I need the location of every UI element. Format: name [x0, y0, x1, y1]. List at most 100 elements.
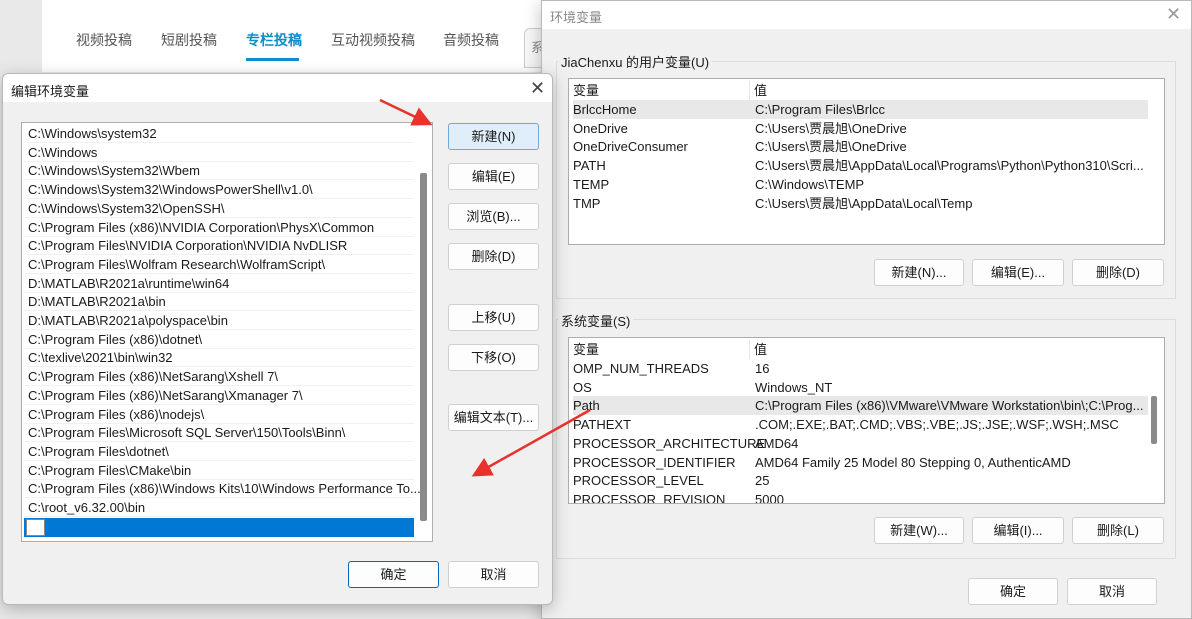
- path-item[interactable]: C:\Program Files (x86)\Windows Kits\10\W…: [24, 480, 421, 499]
- path-item[interactable]: C:\Windows\System32\OpenSSH\: [24, 200, 414, 218]
- new-button[interactable]: 新建(N): [448, 123, 539, 150]
- path-item[interactable]: D:\MATLAB\R2021a\runtime\win64: [24, 275, 414, 293]
- variable-value: C:\Users\贾晨旭\OneDrive: [755, 139, 907, 155]
- path-item[interactable]: C:\Program Files\CMake\bin: [24, 462, 414, 480]
- tab-interactive-video[interactable]: 互动视频投稿: [331, 30, 415, 50]
- close-icon[interactable]: ✕: [530, 78, 545, 99]
- variable-row[interactable]: OS Windows_NT: [573, 378, 1148, 397]
- variable-row[interactable]: TEMP C:\Windows\TEMP: [573, 175, 1148, 194]
- path-item[interactable]: C:\Windows\system32: [24, 125, 414, 143]
- variable-row[interactable]: TMP C:\Users\贾晨旭\AppData\Local\Temp: [573, 194, 1148, 213]
- user-vars-label: JiaChenxu 的用户变量(U): [558, 52, 713, 71]
- list-header: 变量 值: [573, 340, 1148, 359]
- variable-row[interactable]: Path C:\Program Files (x86)\VMware\VMware…: [573, 396, 1148, 416]
- tab-short-drama[interactable]: 短剧投稿: [161, 30, 217, 50]
- ok-button[interactable]: 确定: [968, 578, 1058, 605]
- variable-name: PATH: [573, 158, 606, 174]
- path-list[interactable]: C:\Windows\system32 C:\Windows C:\Windows\…: [21, 122, 433, 542]
- variable-name: PROCESSOR_ARCHITECTURE: [573, 435, 766, 451]
- scrollbar-thumb[interactable]: [1151, 396, 1157, 444]
- system-new-button[interactable]: 新建(W)...: [874, 517, 964, 544]
- user-delete-button[interactable]: 删除(D): [1072, 259, 1164, 286]
- path-item[interactable]: D:\MATLAB\R2021a\polyspace\bin: [24, 312, 414, 330]
- edit-text-button[interactable]: 编辑文本(T)...: [448, 404, 539, 431]
- user-new-button[interactable]: 新建(N)...: [874, 259, 964, 286]
- variable-value: 25: [755, 473, 770, 489]
- variable-name: OMP_NUM_THREADS: [573, 361, 709, 376]
- path-item[interactable]: C:\texlive\2021\bin\win32: [24, 349, 414, 368]
- variable-name: OneDriveConsumer: [573, 139, 688, 155]
- path-item[interactable]: C:\Program Files (x86)\NetSarang\Xmanage…: [24, 387, 414, 405]
- new-entry-input[interactable]: [26, 519, 45, 536]
- variable-name: PROCESSOR_IDENTIFIER: [573, 454, 736, 470]
- active-tab-underline: [246, 58, 299, 61]
- edit-button[interactable]: 编辑(E): [448, 163, 539, 190]
- variable-row[interactable]: PROCESSOR_LEVEL 25: [573, 471, 1148, 490]
- title-bar: 环境变量 ✕: [542, 1, 1191, 29]
- column-header-variable[interactable]: 变量: [573, 83, 599, 98]
- delete-button[interactable]: 删除(D): [448, 243, 539, 270]
- variable-row[interactable]: OneDrive C:\Users\贾晨旭\OneDrive: [573, 119, 1148, 138]
- path-item[interactable]: D:\MATLAB\R2021a\bin: [24, 293, 414, 312]
- variable-name: PROCESSOR_LEVEL: [573, 473, 704, 489]
- column-header-value[interactable]: 值: [749, 81, 767, 100]
- browser-background: 视频投稿 短剧投稿 专栏投稿 互动视频投稿 音频投稿: [42, 0, 542, 72]
- variable-row[interactable]: PROCESSOR_REVISION 5000: [573, 490, 1148, 504]
- path-item[interactable]: C:\Program Files (x86)\dotnet\: [24, 331, 414, 349]
- variable-name: Path: [573, 398, 600, 414]
- variable-name: PROCESSOR_REVISION: [573, 491, 726, 504]
- column-header-variable[interactable]: 变量: [573, 342, 599, 357]
- path-item[interactable]: C:\Windows: [24, 144, 414, 162]
- path-item[interactable]: C:\Windows\System32\WindowsPowerShell\v1…: [24, 181, 414, 200]
- variable-value: C:\Users\贾晨旭\AppData\Local\Temp: [755, 195, 973, 211]
- system-vars-label: 系统变量(S): [558, 311, 634, 330]
- path-item[interactable]: C:\Program Files\Wolfram Research\Wolfra…: [24, 256, 414, 274]
- tab-video[interactable]: 视频投稿: [76, 30, 132, 50]
- variable-row[interactable]: PATHEXT .COM;.EXE;.BAT;.CMD;.VBS;.VBE;.JS…: [573, 415, 1148, 434]
- move-down-button[interactable]: 下移(O): [448, 344, 539, 371]
- variable-row[interactable]: BrlccHome C:\Program Files\Brlcc: [573, 100, 1148, 119]
- browse-button[interactable]: 浏览(B)...: [448, 203, 539, 230]
- variable-row[interactable]: OMP_NUM_THREADS 16: [573, 359, 1148, 378]
- close-icon[interactable]: ✕: [1166, 4, 1181, 25]
- path-item[interactable]: C:\Program Files\NVIDIA Corporation\NVID…: [24, 237, 414, 256]
- path-item[interactable]: C:\Program Files (x86)\nodejs\: [24, 406, 414, 424]
- path-item[interactable]: C:\Program Files (x86)\NVIDIA Corporatio…: [24, 219, 414, 237]
- variable-name: TMP: [573, 195, 601, 211]
- path-item[interactable]: C:\root_v6.32.00\bin: [24, 499, 414, 517]
- cancel-button[interactable]: 取消: [448, 561, 539, 588]
- tab-column[interactable]: 专栏投稿: [246, 30, 302, 50]
- user-edit-button[interactable]: 编辑(E)...: [972, 259, 1064, 286]
- variable-value: C:\Program Files\Brlcc: [755, 102, 886, 117]
- dialog-title: 环境变量: [550, 10, 603, 25]
- path-item[interactable]: C:\Program Files (x86)\NetSarang\Xshell …: [24, 368, 414, 387]
- variable-value: C:\Users\贾晨旭\OneDrive: [755, 120, 907, 136]
- move-up-button[interactable]: 上移(U): [448, 304, 539, 331]
- system-delete-button[interactable]: 删除(L): [1072, 517, 1164, 544]
- list-header: 变量 值: [573, 81, 1148, 100]
- env-vars-dialog: 环境变量 ✕ JiaChenxu 的用户变量(U) 变量值 BrlccHome C…: [541, 0, 1192, 619]
- cancel-button[interactable]: 取消: [1067, 578, 1157, 605]
- variable-value: .COM;.EXE;.BAT;.CMD;.VBS;.VBE;.JS;.JSE;.…: [755, 417, 1119, 433]
- path-item[interactable]: C:\Windows\System32\Wbem: [24, 162, 414, 181]
- column-header-value[interactable]: 值: [749, 340, 767, 359]
- path-item[interactable]: C:\Program Files\dotnet\: [24, 443, 414, 461]
- variable-name: TEMP: [573, 176, 610, 192]
- ok-button[interactable]: 确定: [348, 561, 439, 588]
- variable-row[interactable]: PATH C:\Users\贾晨旭\AppData\Local\Programs\…: [573, 156, 1148, 175]
- variable-row[interactable]: PROCESSOR_ARCHITECTURE AMD64: [573, 434, 1148, 453]
- system-edit-button[interactable]: 编辑(I)...: [972, 517, 1064, 544]
- new-entry-row[interactable]: [24, 518, 414, 537]
- tab-audio[interactable]: 音频投稿: [443, 30, 499, 50]
- scrollbar-thumb[interactable]: [420, 173, 427, 521]
- variable-value: 16: [755, 361, 770, 376]
- path-item[interactable]: C:\Program Files\Microsoft SQL Server\15…: [24, 424, 414, 443]
- variable-name: OS: [573, 379, 592, 395]
- system-vars-list[interactable]: 变量 值 OMP_NUM_THREADS 16 OS Windows_NT Path C:\…: [568, 337, 1165, 504]
- variable-value: AMD64: [755, 435, 799, 451]
- variable-row[interactable]: OneDriveConsumer C:\Users\贾晨旭\OneDrive: [573, 137, 1148, 156]
- user-vars-list[interactable]: 变量 值 BrlccHome C:\Program Files\Brlcc OneDr…: [568, 78, 1165, 245]
- variable-value: C:\Users\贾晨旭\AppData\Local\Programs\Pyth…: [755, 158, 1144, 174]
- variable-row[interactable]: PROCESSOR_IDENTIFIER AMD64 Family 25 Mode…: [573, 453, 1148, 472]
- dialog-title: 编辑环境变量: [11, 84, 90, 99]
